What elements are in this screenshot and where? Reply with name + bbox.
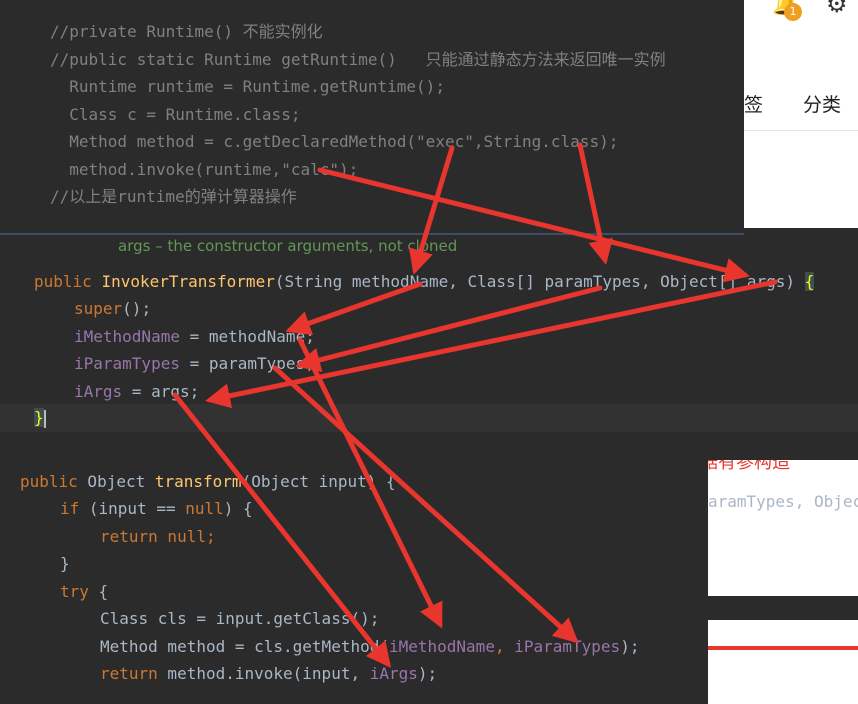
settings-icon[interactable]: ⚙ [826,0,848,18]
return-keyword: return [100,527,158,546]
comment-line-5: Method method = c.getDeclaredMethod("exe… [50,132,619,151]
return-keyword: return [100,664,158,683]
nav-item-categories[interactable]: 分类 [803,90,841,117]
article-code-fragment: aramTypes, Objec [708,492,858,511]
try-keyword: try [60,582,89,601]
invoke-close: ); [417,664,438,683]
comment-line-7: //以上是runtime的弹计算器操作 [50,187,297,206]
modifier-public: public [34,272,92,291]
text-cursor [43,409,46,428]
comment-line-4: Class c = Runtime.class; [50,105,301,124]
assign-methodname: = methodName; [179,327,315,346]
super-rest: (); [122,299,152,318]
field-iparamtypes: iParamTypes [74,354,180,373]
getmethod-call: Method method = cls.getMethod( [100,637,389,656]
code-line-imethodname: iMethodName = methodName; [74,327,315,347]
arg-separator: , [494,637,515,656]
arg-iargs: iArgs [369,664,418,683]
code-line-if: if (input == null) { [60,499,253,519]
close-brace-char: } [34,408,44,427]
arg-imethodname: iMethodName [388,637,495,656]
runtime-code-panel: //private Runtime() 不能实例化 //public stati… [0,0,744,235]
nav-item-tags[interactable]: 签 [744,90,763,117]
field-imethodname: iMethodName [74,327,180,346]
comment-line-6: method.invoke(runtime,"calc"); [50,160,359,179]
code-line-getclass: Class cls = input.getClass(); [100,609,380,628]
null-value: null [157,527,206,546]
comment-line-3: Runtime runtime = Runtime.getRuntime(); [50,77,445,96]
if-close: ) { [223,499,253,518]
if-keyword: if [60,499,80,518]
super-keyword: super [74,299,123,318]
code-line-super: super(); [74,299,151,319]
null-keyword: null [185,499,224,518]
assign-paramtypes: = paramTypes; [179,354,315,373]
notification-badge: 1 [784,3,802,21]
open-brace: { [804,272,815,291]
transform-signature: public Object transform(Object input) { [20,472,396,492]
modifier-public: public [20,472,78,491]
return-type: Object [77,472,155,491]
constructor-code-panel: args – the constructor arguments, not cl… [0,228,858,460]
code-line-iparamtypes: iParamTypes = paramTypes; [74,354,315,374]
code-line-return-null: return null; [100,527,216,547]
close-if-brace: } [60,554,70,573]
transform-code-panel: public Object transform(Object input) { … [0,456,708,704]
if-cond: (input == [79,499,186,518]
current-line-highlight [0,404,858,432]
code-line-invoke: return method.invoke(input, iArgs); [100,664,437,684]
constructor-name: InvokerTransformer [101,272,275,291]
article-code-band [708,596,858,620]
code-line-iargs: iArgs = args; [74,382,199,402]
arg-iparamtypes: iParamTypes [514,637,621,656]
assign-args: = args; [122,382,200,401]
close-brace: } [34,408,46,428]
invoke-call: method.invoke(input, [157,664,370,683]
code-line-try: try { [60,582,108,602]
field-iargs: iArgs [74,382,123,401]
getmethod-close: ); [620,637,640,656]
semicolon: ; [205,527,216,546]
comment-line-1: //private Runtime() 不能实例化 [50,22,323,41]
javadoc-args-line: args – the constructor arguments, not cl… [118,237,458,255]
constructor-signature: public InvokerTransformer(String methodN… [34,272,815,292]
transform-params: (Object input) { [241,472,396,491]
constructor-params: (String methodName, Class[] paramTypes, … [274,272,805,291]
code-line-getmethod: Method method = cls.getMethod(iMethodNam… [100,637,639,657]
red-underline [708,646,858,650]
comment-line-2: //public static Runtime getRuntime() 只能通… [50,50,666,69]
method-name-transform: transform [154,472,242,491]
try-brace: { [88,582,109,601]
